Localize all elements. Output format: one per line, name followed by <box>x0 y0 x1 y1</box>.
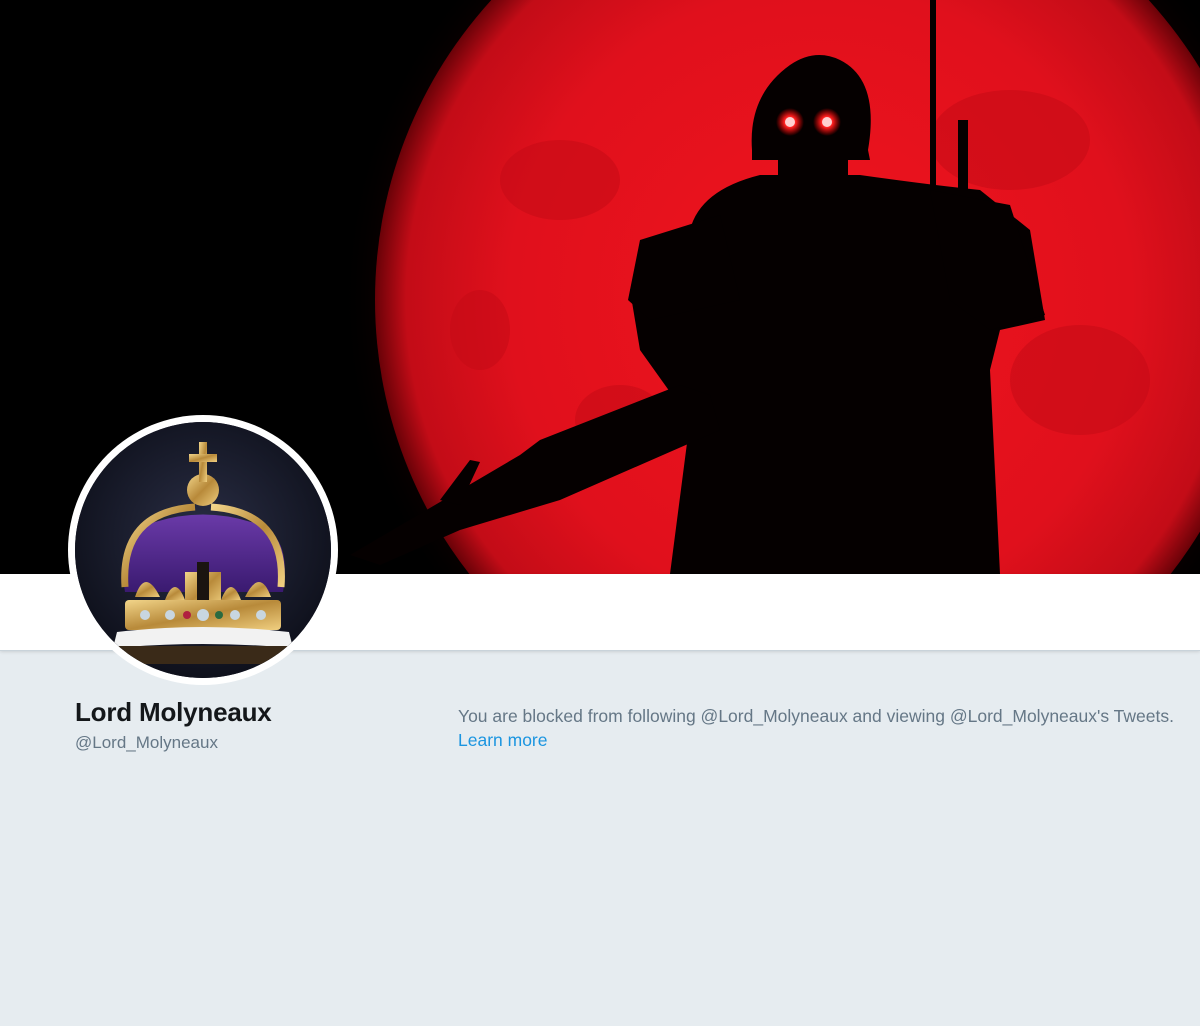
learn-more-link[interactable]: Learn more <box>458 728 1198 752</box>
blocked-notice: You are blocked from following @Lord_Mol… <box>458 704 1198 752</box>
profile-handle[interactable]: @Lord_Molyneaux <box>75 733 218 753</box>
blocked-notice-text: You are blocked from following @Lord_Mol… <box>458 706 1174 726</box>
profile-display-name[interactable]: Lord Molyneaux <box>75 697 272 728</box>
profile-avatar[interactable] <box>68 415 338 685</box>
profile-page: Lord Molyneaux @Lord_Molyneaux You are b… <box>0 0 1200 1026</box>
crown-avatar-image <box>75 422 331 678</box>
